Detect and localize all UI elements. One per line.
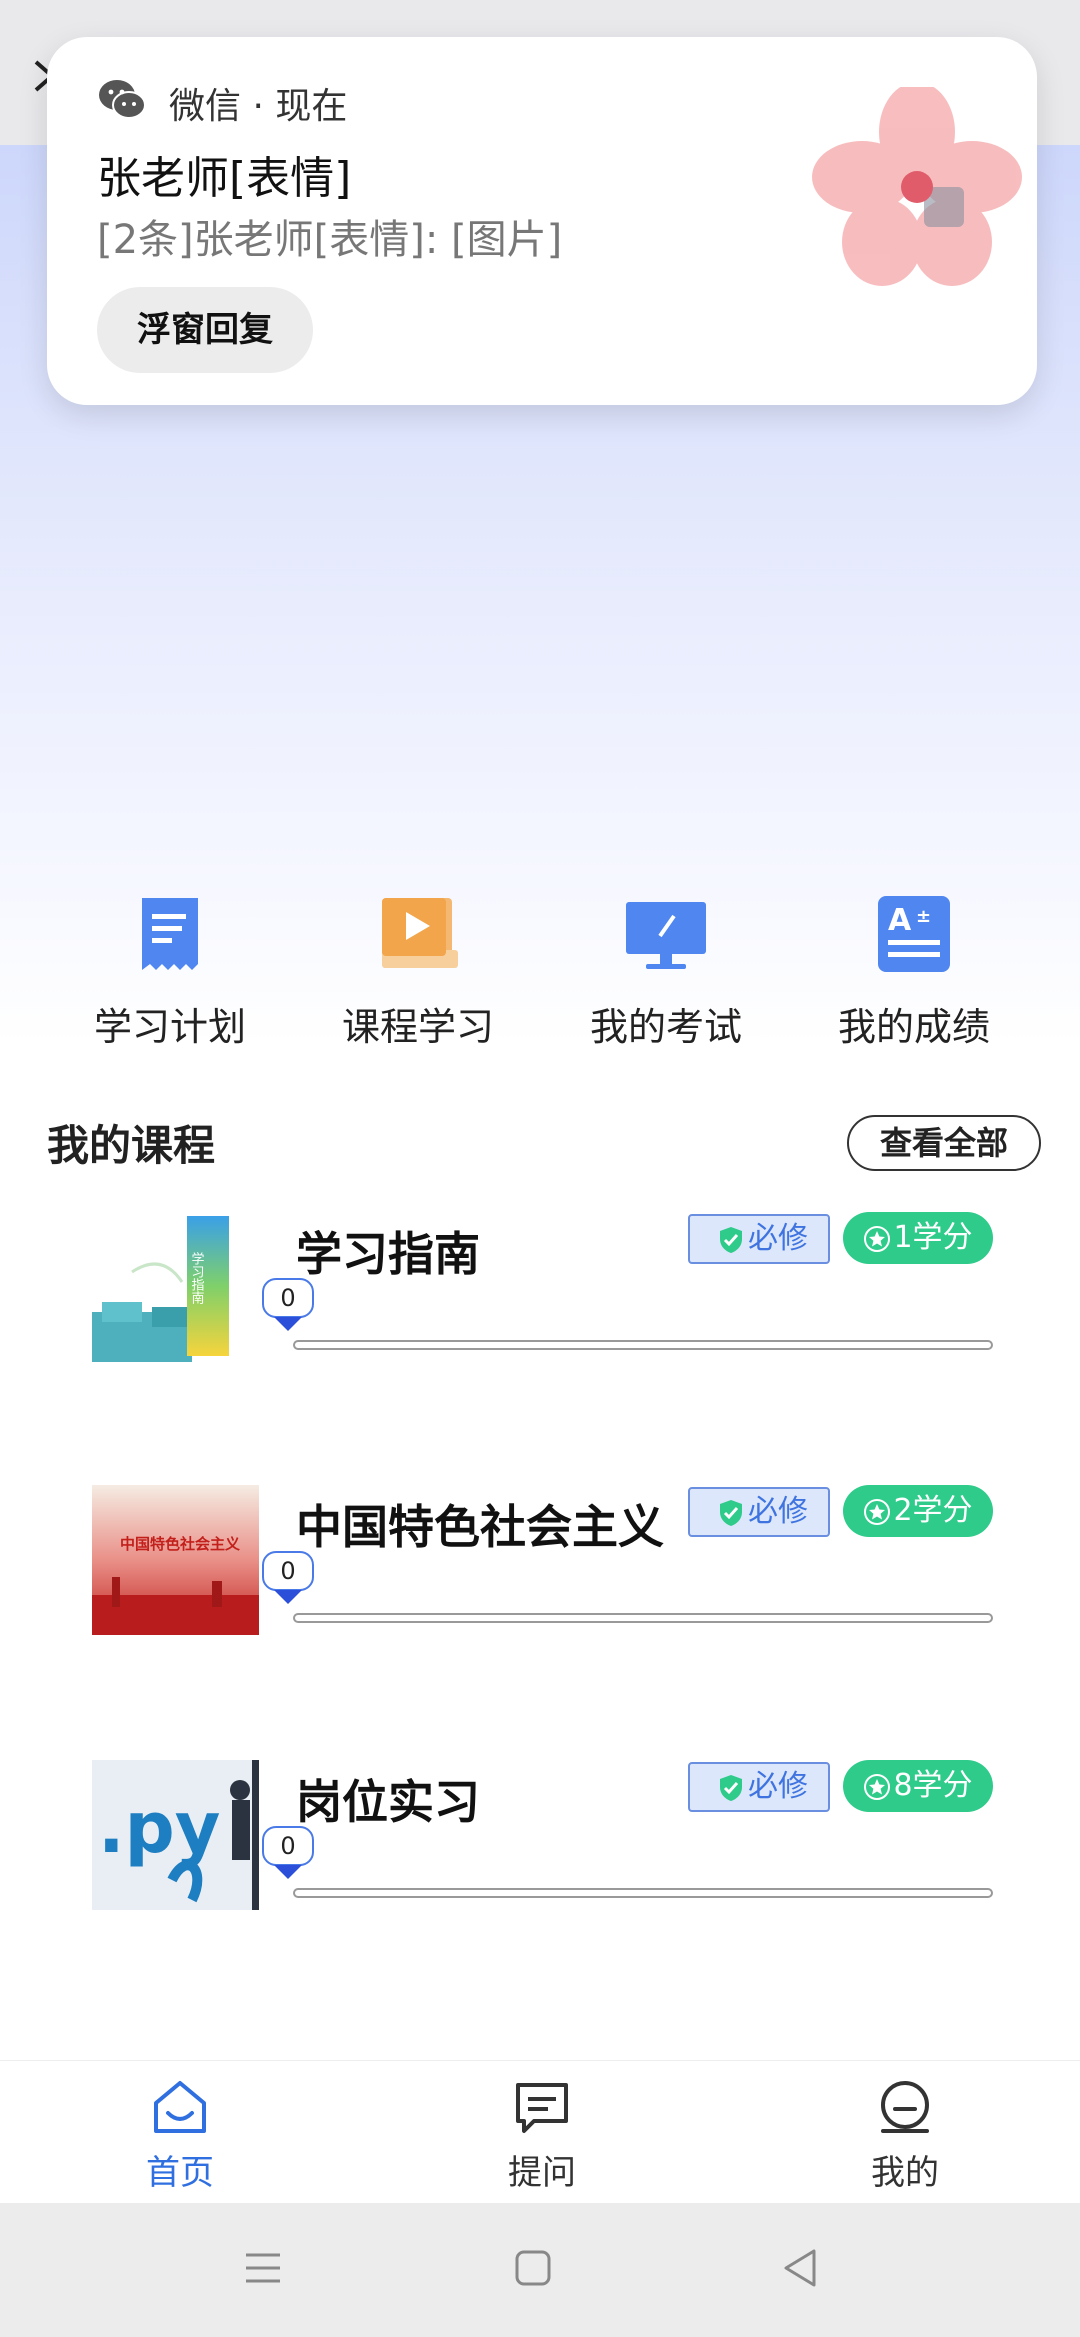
- wechat-icon: [99, 80, 146, 119]
- progress-value: 0: [262, 1551, 314, 1591]
- progress-bubble: 0: [262, 1278, 314, 1331]
- svg-text:A: A: [888, 903, 912, 938]
- notification-app-name: 微信: [169, 86, 242, 127]
- wechat-notification[interactable]: 微信 · 现在 张老师[表情] [2条]张老师[表情]: [图片] 浮窗回复: [47, 37, 1037, 405]
- required-label: 必修: [748, 1494, 808, 1529]
- question-icon: [516, 2083, 568, 2133]
- tab-questions-label: 提问: [508, 2153, 576, 2193]
- notification-meta: 微信 · 现在: [169, 77, 347, 129]
- credit-badge: 1学分: [843, 1212, 993, 1264]
- thumb-text-1: 学习指南: [189, 1251, 205, 1304]
- tab-questions[interactable]: 提问: [442, 2079, 642, 2194]
- nav-my-grades-label: 我的成绩: [837, 1005, 990, 1049]
- star-icon: [864, 1773, 891, 1800]
- quick-nav: 学习计划 课程学习 我的考试 A ± 我的成绩: [0, 880, 1080, 1060]
- notification-time: 现在: [275, 86, 348, 127]
- profile-icon: [881, 2081, 929, 2133]
- star-icon: [864, 1225, 891, 1252]
- nav-course-study-label: 课程学习: [341, 1005, 494, 1049]
- progress-value: 0: [262, 1278, 314, 1318]
- bottom-tab-bar: 首页 提问 我的: [0, 2060, 1080, 2204]
- floating-reply-button[interactable]: 浮窗回复: [97, 287, 313, 373]
- credit-label: 2学分: [893, 1493, 973, 1528]
- course-title: 岗位实习: [296, 1775, 480, 1829]
- required-badge: 必修: [688, 1214, 830, 1264]
- system-nav-bar: [0, 2203, 1080, 2337]
- course-title: 中国特色社会主义: [296, 1500, 664, 1554]
- monitor-edit-icon: [626, 902, 706, 969]
- shield-check-icon: [720, 1226, 742, 1253]
- document-icon: [142, 898, 198, 970]
- course-card[interactable]: 学习指南 学习指南 必修 1学分 0: [0, 1212, 1080, 1372]
- notification-separator: ·: [241, 86, 276, 127]
- tab-profile-label: 我的: [871, 2153, 939, 2193]
- star-icon: [864, 1498, 891, 1525]
- credit-badge: 8学分: [843, 1760, 993, 1812]
- progress-marker: [274, 1317, 302, 1331]
- shield-check-icon: [720, 1774, 742, 1801]
- credit-label: 8学分: [893, 1768, 973, 1803]
- credit-badge: 2学分: [843, 1485, 993, 1537]
- progress-bubble: 0: [262, 1826, 314, 1879]
- required-label: 必修: [748, 1221, 808, 1256]
- back-triangle-icon[interactable]: [776, 2243, 826, 2293]
- progress-bar: [293, 1340, 993, 1350]
- tab-profile[interactable]: 我的: [805, 2079, 1005, 2194]
- progress-value: 0: [262, 1826, 314, 1866]
- nav-my-exams[interactable]: 我的考试: [546, 880, 786, 1051]
- progress-bubble: 0: [262, 1551, 314, 1604]
- home-square-icon[interactable]: [508, 2243, 558, 2293]
- home-icon: [154, 2081, 206, 2133]
- book-play-icon: [382, 898, 458, 968]
- required-badge: 必修: [688, 1487, 830, 1537]
- nav-study-plan[interactable]: 学习计划: [50, 880, 290, 1051]
- course-thumbnail: 中国特色社会主义: [92, 1485, 259, 1635]
- nav-my-grades[interactable]: A ± 我的成绩: [794, 880, 1034, 1051]
- course-card[interactable]: 中国特色社会主义 中国特色社会主义 必修 2学分 0: [0, 1485, 1080, 1645]
- nav-my-exams-label: 我的考试: [589, 1005, 742, 1049]
- credit-label: 1学分: [893, 1220, 973, 1255]
- menu-icon[interactable]: [238, 2243, 288, 2293]
- notification-body: [2条]张老师[表情]: [图片]: [97, 217, 563, 263]
- tab-home-label: 首页: [146, 2153, 214, 2193]
- nav-study-plan-label: 学习计划: [93, 1005, 246, 1049]
- my-courses-title: 我的课程: [47, 1121, 216, 1170]
- course-thumbnail: .py: [92, 1760, 259, 1910]
- notification-title: 张老师[表情]: [97, 153, 352, 204]
- view-all-button[interactable]: 查看全部: [847, 1115, 1041, 1171]
- progress-bar: [293, 1613, 993, 1623]
- tab-home[interactable]: 首页: [80, 2079, 280, 2194]
- course-title: 学习指南: [296, 1227, 480, 1281]
- required-label: 必修: [748, 1769, 808, 1804]
- svg-text:±: ±: [916, 906, 931, 927]
- sender-avatar[interactable]: [812, 87, 1022, 287]
- grade-sheet-icon: A ±: [878, 896, 950, 972]
- course-thumbnail: 学习指南: [92, 1212, 259, 1362]
- nav-course-study[interactable]: 课程学习: [298, 880, 538, 1051]
- progress-marker: [274, 1590, 302, 1604]
- thumb-text-3: .py: [98, 1787, 220, 1869]
- progress-bar: [293, 1888, 993, 1898]
- course-card[interactable]: .py 岗位实习 必修 8学分 0: [0, 1760, 1080, 1920]
- thumb-text-2: 中国特色社会主义: [120, 1535, 240, 1553]
- progress-marker: [274, 1865, 302, 1879]
- shield-check-icon: [720, 1499, 742, 1526]
- required-badge: 必修: [688, 1762, 830, 1812]
